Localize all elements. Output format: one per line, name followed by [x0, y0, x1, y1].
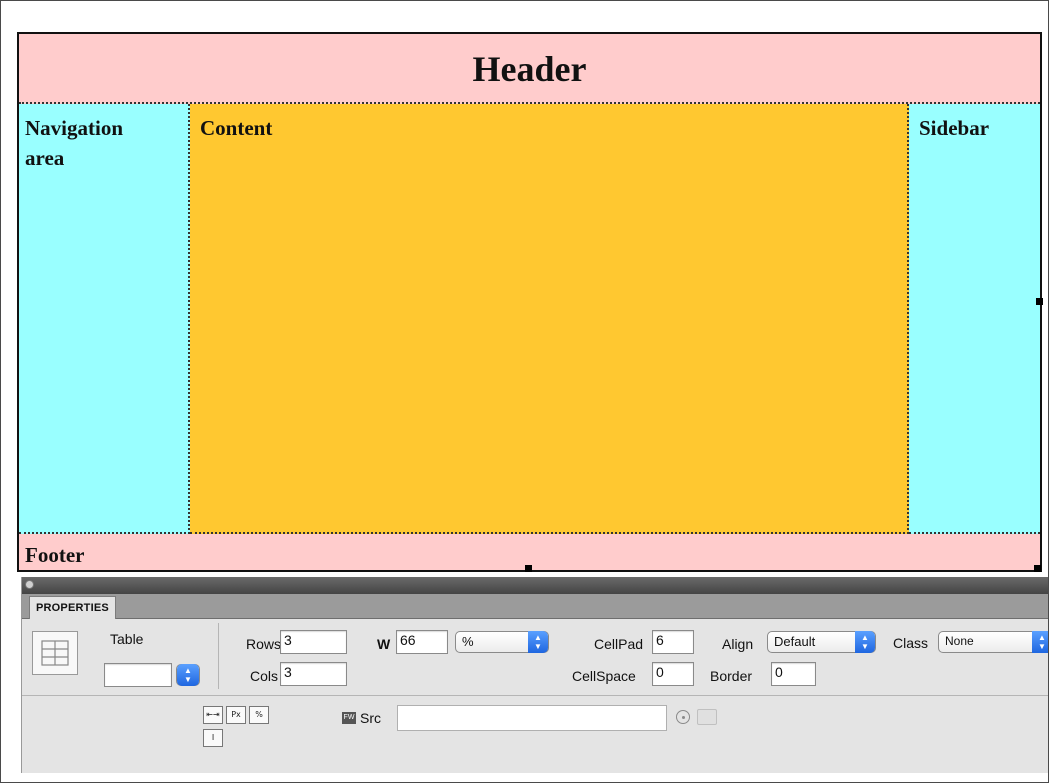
resize-handle-corner[interactable] [1034, 565, 1041, 572]
table-id-dropdown[interactable]: ▲ ▼ [176, 664, 200, 686]
tab-properties[interactable]: PROPERTIES [29, 596, 116, 619]
chevron-updown-icon: ▲ ▼ [528, 631, 548, 653]
cols-input[interactable]: 3 [280, 662, 347, 686]
panel-tabstrip: PROPERTIES [22, 594, 1048, 619]
cellpad-label: CellPad [594, 636, 644, 652]
panel-collapse-button[interactable] [25, 580, 34, 589]
separator [22, 695, 1048, 696]
properties-panel: PROPERTIES Table ▲ ▼ Rows 3 Cols 3 W 66 … [21, 577, 1048, 773]
cellspace-input[interactable]: 0 [652, 662, 694, 686]
align-label: Align [722, 636, 754, 652]
rows-input[interactable]: 3 [280, 630, 347, 654]
resize-handle-right[interactable] [1036, 298, 1043, 305]
table-id-input[interactable] [104, 663, 172, 687]
chevron-updown-icon: ▲ ▼ [177, 664, 199, 686]
convert-widths-to-percent-icon[interactable]: % [249, 706, 269, 724]
header-text: Header [472, 49, 587, 89]
navigation-cell[interactable]: Navigation area [19, 104, 190, 534]
align-value: Default [774, 634, 816, 649]
width-unit-value: % [462, 634, 474, 649]
chevron-updown-icon: ▲ ▼ [855, 631, 875, 653]
separator [218, 623, 219, 689]
layout-table[interactable]: Header Navigation area Content Sidebar F… [17, 32, 1042, 572]
border-label: Border [710, 668, 753, 684]
folder-icon[interactable] [697, 709, 717, 725]
table-label: Table [110, 631, 144, 647]
class-label: Class [893, 635, 929, 651]
navigation-text: Navigation area [25, 116, 124, 170]
cellpad-input[interactable]: 6 [652, 630, 694, 654]
clear-row-heights-icon[interactable]: I [203, 729, 223, 747]
sidebar-cell[interactable]: Sidebar [909, 104, 1040, 534]
src-input[interactable] [397, 705, 667, 731]
panel-titlebar[interactable] [22, 577, 1048, 594]
border-input[interactable]: 0 [771, 662, 816, 686]
clear-column-widths-icon[interactable]: ⇤⇥ [203, 706, 223, 724]
properties-body: Table ▲ ▼ Rows 3 Cols 3 W 66 % ▲ ▼ CellPad… [22, 619, 1048, 773]
content-text: Content [200, 116, 273, 140]
class-select[interactable]: None ▲ ▼ [938, 631, 1048, 653]
sidebar-text: Sidebar [919, 116, 990, 140]
width-label: W [377, 636, 391, 652]
cols-label: Cols [250, 668, 279, 684]
width-unit-select[interactable]: % ▲ ▼ [455, 631, 549, 653]
point-to-file-icon[interactable] [676, 710, 690, 724]
fireworks-icon: FW [342, 712, 356, 724]
convert-widths-to-pixels-icon[interactable]: Px [226, 706, 246, 724]
class-value: None [945, 634, 974, 648]
chevron-updown-icon: ▲ ▼ [1032, 631, 1048, 653]
src-label: Src [360, 710, 381, 726]
table-icon [32, 631, 78, 675]
width-input[interactable]: 66 [396, 630, 448, 654]
align-select[interactable]: Default ▲ ▼ [767, 631, 876, 653]
cellspace-label: CellSpace [572, 668, 636, 684]
window-frame: Header Navigation area Content Sidebar F… [0, 0, 1049, 783]
rows-label: Rows [246, 636, 282, 652]
resize-handle-bottom[interactable] [525, 565, 532, 572]
header-cell[interactable]: Header [19, 34, 1040, 104]
content-cell[interactable]: Content [190, 104, 909, 534]
